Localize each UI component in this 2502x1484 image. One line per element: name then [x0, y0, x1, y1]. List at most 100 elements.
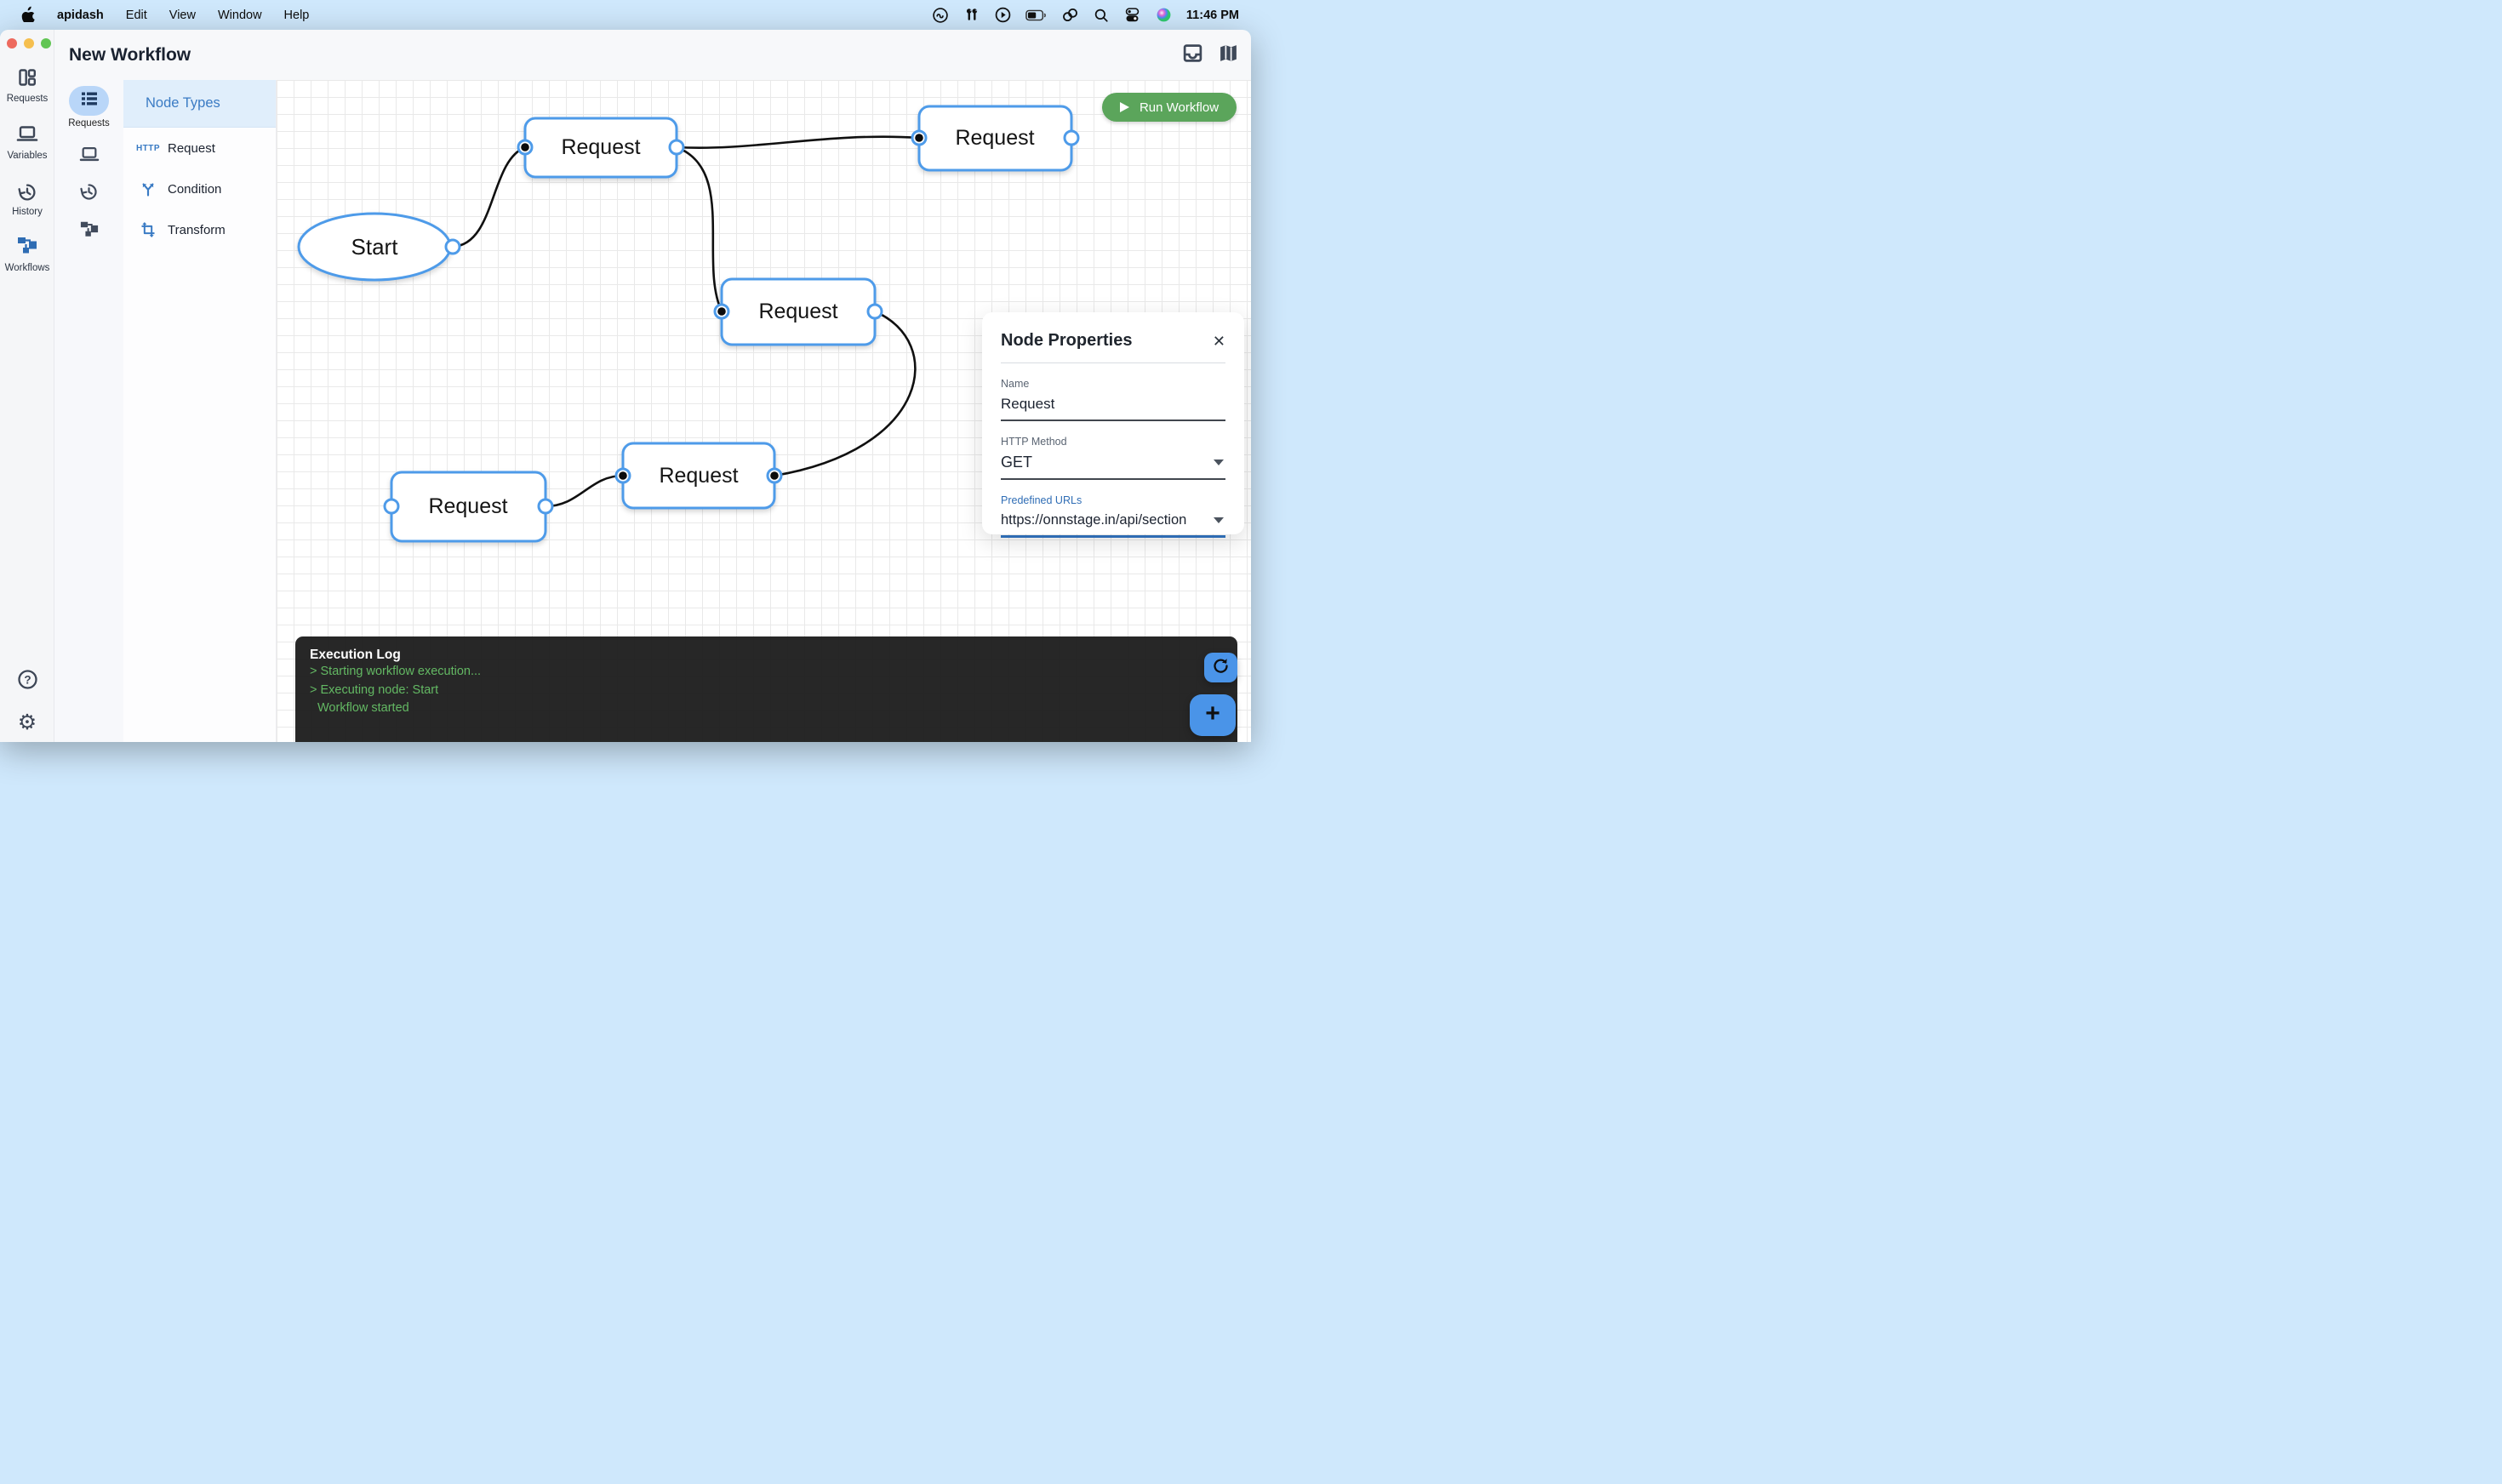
run-workflow-label: Run Workflow	[1140, 100, 1219, 115]
app-window: Requests Variables History Workflows ? ⚙…	[0, 30, 1251, 742]
edge-start-to-request1	[453, 147, 525, 247]
menu-item-help[interactable]: Help	[284, 9, 310, 22]
play-circle-icon[interactable]	[995, 7, 1011, 23]
branch-icon	[138, 180, 158, 197]
properties-title: Node Properties	[1001, 331, 1132, 351]
name-label: Name	[1001, 378, 1225, 390]
dashboard-icon[interactable]	[0, 67, 54, 88]
port-dot	[619, 471, 627, 480]
history-icon[interactable]	[0, 182, 54, 203]
predefined-urls-label: Predefined URLs	[1001, 494, 1225, 506]
battery-icon[interactable]	[1025, 9, 1047, 21]
node-type-label: Request	[168, 141, 215, 156]
sidebar-item-variables[interactable]: Variables	[0, 151, 54, 161]
page-title: New Workflow	[54, 45, 191, 66]
rail-item-requests[interactable]	[69, 86, 109, 116]
menu-item-edit[interactable]: Edit	[126, 9, 147, 22]
menu-item-window[interactable]: Window	[218, 9, 262, 22]
node-label-request-2: Request	[955, 126, 1034, 150]
http-method-label: HTTP Method	[1001, 436, 1225, 448]
sidebar-item-workflows[interactable]: Workflows	[0, 263, 54, 273]
port-dot	[521, 143, 529, 151]
http-icon: HTTP	[136, 144, 160, 153]
log-line: Workflow started	[310, 699, 1223, 718]
play-icon	[1120, 102, 1129, 112]
predefined-urls-select[interactable]: https://onnstage.in/api/section	[1001, 506, 1225, 538]
add-node-button[interactable]: +	[1190, 694, 1236, 736]
port-request1-out[interactable]	[670, 140, 683, 154]
node-type-label: Transform	[168, 223, 226, 237]
workflow-icon[interactable]	[54, 220, 123, 238]
airpods-icon[interactable]	[963, 8, 980, 23]
node-types-panel: Node Types HTTP Request Condition Transf…	[123, 80, 277, 742]
apple-logo-icon[interactable]	[20, 5, 35, 26]
port-request2-out[interactable]	[1065, 131, 1078, 145]
sidebar-item-requests[interactable]: Requests	[0, 94, 54, 104]
hotspot-link-icon[interactable]	[1061, 7, 1079, 23]
node-types-header: Node Types	[123, 80, 276, 128]
sidebar-item-history[interactable]: History	[0, 207, 54, 217]
log-line: > Executing node: Start	[310, 682, 1223, 700]
port-dot	[717, 307, 726, 316]
menu-clock[interactable]: 11:46 PM	[1186, 9, 1239, 22]
port-dot	[770, 471, 779, 480]
save-tray-icon[interactable]	[1182, 43, 1203, 68]
title-bar: New Workflow	[54, 30, 1251, 80]
node-label-start: Start	[351, 234, 399, 260]
rail-item-label: Requests	[54, 118, 123, 128]
refresh-button[interactable]	[1204, 653, 1237, 682]
node-type-transform[interactable]: Transform	[123, 215, 277, 244]
chevron-down-icon	[1214, 459, 1224, 465]
edge-request1-to-request2	[677, 137, 919, 148]
creative-cloud-icon[interactable]	[932, 7, 949, 24]
node-type-condition[interactable]: Condition	[123, 174, 277, 203]
history-icon[interactable]	[54, 182, 123, 202]
minimize-window-button[interactable]	[24, 38, 34, 49]
zoom-window-button[interactable]	[41, 38, 51, 49]
edge-request4-to-request5	[546, 476, 623, 506]
node-type-label: Condition	[168, 182, 221, 197]
port-request3-out[interactable]	[868, 305, 882, 318]
workflow-rail: Requests	[54, 80, 123, 742]
node-type-request[interactable]: HTTP Request	[123, 134, 277, 163]
node-label-request-5: Request	[659, 464, 738, 488]
close-icon[interactable]: ✕	[1213, 334, 1225, 349]
port-dot	[915, 134, 923, 142]
window-controls	[7, 38, 51, 49]
execution-log-panel: Execution Log > Starting workflow execut…	[295, 636, 1237, 742]
name-field: Name Request	[1001, 378, 1225, 421]
laptop-icon[interactable]	[54, 145, 123, 163]
http-method-select[interactable]: GET	[1001, 448, 1225, 480]
svg-text:?: ?	[24, 673, 31, 686]
refresh-icon	[1212, 657, 1230, 679]
transform-icon	[138, 221, 158, 238]
workflow-icon[interactable]	[0, 235, 54, 255]
port-start-out[interactable]	[446, 240, 460, 254]
left-sidebar: Requests Variables History Workflows ? ⚙	[0, 30, 54, 742]
settings-gear-icon[interactable]: ⚙	[0, 712, 54, 733]
name-input[interactable]: Request	[1001, 390, 1225, 421]
port-request4-out[interactable]	[539, 499, 552, 513]
menu-item-view[interactable]: View	[169, 9, 196, 22]
menu-bar: apidash Edit View Window Help 11:46 PM	[0, 0, 1251, 30]
menu-app-name[interactable]: apidash	[57, 9, 104, 22]
siri-icon[interactable]	[1156, 7, 1172, 23]
run-workflow-button[interactable]: Run Workflow	[1102, 93, 1237, 122]
control-center-icon[interactable]	[1123, 8, 1141, 22]
node-label-request-3: Request	[758, 300, 837, 323]
list-icon	[80, 91, 99, 111]
spotlight-search-icon[interactable]	[1094, 8, 1109, 23]
help-icon[interactable]: ?	[0, 669, 54, 690]
plus-icon: +	[1205, 701, 1220, 727]
map-icon[interactable]	[1218, 43, 1239, 68]
http-method-field: HTTP Method GET	[1001, 436, 1225, 480]
edge-request1-to-request3	[677, 147, 722, 311]
predefined-urls-field: Predefined URLs https://onnstage.in/api/…	[1001, 494, 1225, 538]
node-label-request-4: Request	[428, 494, 507, 518]
close-window-button[interactable]	[7, 38, 17, 49]
node-properties-panel: Node Properties ✕ Name Request HTTP Meth…	[982, 312, 1244, 534]
port-request4-in[interactable]	[385, 499, 398, 513]
laptop-icon[interactable]	[0, 123, 54, 144]
log-line: > Starting workflow execution...	[310, 663, 1223, 682]
chevron-down-icon	[1214, 517, 1224, 523]
